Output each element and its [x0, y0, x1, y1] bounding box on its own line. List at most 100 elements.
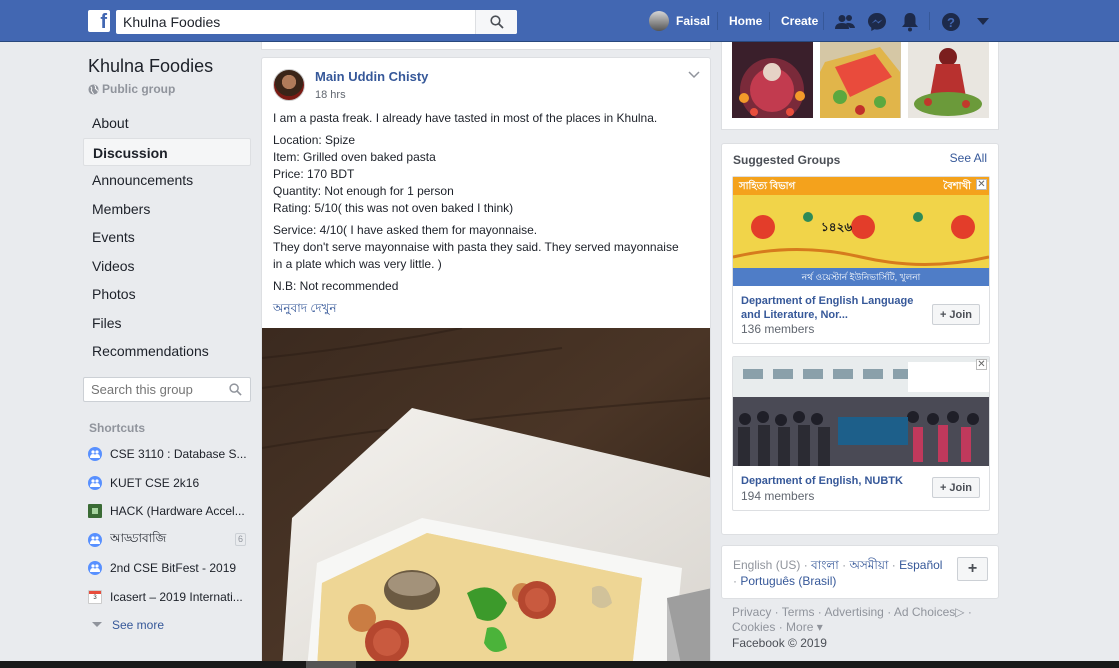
shortcut-item[interactable]: HACK (Hardware Accel...	[88, 497, 250, 526]
suggested-group-name[interactable]: Department of English, NUBTK	[741, 474, 916, 488]
language-list: English (US) · বাংলা · অসমীয়া · Español…	[733, 558, 943, 588]
friend-requests-icon[interactable]	[834, 11, 856, 33]
sidebar-item-discussion[interactable]: Discussion	[83, 137, 251, 166]
shortcut-item[interactable]: CSE 3110 : Database S...	[88, 440, 250, 469]
search-icon[interactable]	[229, 383, 242, 396]
group-photo-thumbnail[interactable]	[908, 42, 989, 118]
shortcut-label: CSE 3110 : Database S...	[110, 447, 247, 462]
shortcut-item[interactable]: 2nd CSE BitFest - 2019	[88, 554, 250, 583]
sidebar-item-events[interactable]: Events	[83, 223, 251, 252]
shortcut-label: KUET CSE 2k16	[110, 475, 200, 490]
search-box	[116, 10, 517, 34]
join-label: Join	[949, 308, 973, 321]
suggested-group-members: 136 members	[741, 322, 815, 336]
footer-link-more[interactable]: More	[786, 620, 813, 634]
post-line: N.B: Not recommended	[273, 279, 399, 293]
globe-icon	[88, 83, 99, 95]
shortcut-label: Icasert – 2019 Internati...	[110, 589, 243, 604]
feed-post: Main Uddin Chisty 18 hrs I am a pasta fr…	[261, 57, 711, 668]
language-link[interactable]: Español	[899, 558, 942, 572]
group-privacy-label: Public group	[102, 82, 176, 96]
sidebar-item-photos[interactable]: Photos	[83, 280, 251, 309]
group-side-nav: About Discussion Announcements Members E…	[83, 109, 251, 366]
dismiss-suggestion-close-icon[interactable]: ✕	[976, 179, 987, 190]
post-line: Quantity: Not enough for 1 person	[273, 184, 454, 198]
author-avatar[interactable]	[273, 69, 305, 101]
sidebar-item-members[interactable]: Members	[83, 195, 251, 224]
footer-link-privacy[interactable]: Privacy	[732, 605, 771, 619]
footer-links: Privacy · Terms · Advertising · Ad Choic…	[732, 605, 972, 634]
post-line: I am a pasta freak. I already have taste…	[273, 111, 658, 125]
plus-icon: +	[939, 308, 947, 321]
post-photo-pasta[interactable]	[262, 328, 711, 668]
group-icon	[88, 475, 102, 490]
sidebar-item-about[interactable]: About	[83, 109, 251, 138]
suggested-group-cover[interactable]	[733, 357, 989, 466]
suggested-group-card[interactable]: ✕ Department of English, NUBTK 194 membe…	[732, 356, 990, 511]
svg-text:?: ?	[947, 15, 955, 30]
cover-caption: সাহিত্য বিভাগ	[739, 181, 796, 192]
suggested-group-card[interactable]: সাহিত্য বিভাগ বৈশাখী ১৪২৬ নর্থ ওয়েস্টার…	[732, 176, 990, 344]
sidebar-item-files[interactable]: Files	[83, 309, 251, 338]
language-link[interactable]: Português (Brasil)	[740, 574, 836, 588]
scroll-indicator[interactable]	[306, 661, 356, 668]
language-selector-card: English (US) · বাংলা · অসমীয়া · Español…	[721, 545, 999, 599]
group-title[interactable]: Khulna Foodies	[88, 56, 213, 77]
group-photos-card	[721, 42, 999, 130]
see-translation-link[interactable]: অনুবাদ দেখুন	[273, 300, 337, 320]
account-menu-chevron-down-icon[interactable]	[972, 11, 994, 33]
chevron-down-icon	[92, 622, 102, 628]
top-navigation-bar: f Faisal Home Create ?	[0, 0, 1119, 42]
join-group-button[interactable]: + Join	[932, 304, 980, 325]
facebook-logo-icon[interactable]: f	[88, 10, 110, 32]
post-paragraph: I am a pasta freak. I already have taste…	[273, 110, 703, 127]
post-options-chevron-down-icon[interactable]	[688, 68, 700, 82]
search-input[interactable]	[116, 14, 476, 30]
footer-link-terms[interactable]: Terms	[782, 605, 815, 619]
footer-link-ad-choices[interactable]: Ad Choices	[894, 605, 955, 619]
join-group-button[interactable]: + Join	[932, 477, 980, 498]
caret-down-icon: ▾	[813, 620, 823, 634]
dismiss-suggestion-close-icon[interactable]: ✕	[976, 359, 987, 370]
group-photo-thumbnail[interactable]	[732, 42, 813, 118]
more-languages-plus-button[interactable]: +	[957, 557, 988, 581]
user-avatar[interactable]	[649, 11, 669, 31]
help-icon[interactable]: ?	[940, 11, 962, 33]
shortcut-item[interactable]: আড্ডাবাজি 6	[88, 526, 250, 555]
nav-divider	[717, 12, 718, 30]
ad-choices-icon: ▷	[955, 605, 965, 619]
footer-link-cookies[interactable]: Cookies	[732, 620, 775, 634]
suggested-group-name[interactable]: Department of English Language and Liter…	[741, 294, 916, 322]
suggested-group-members: 194 members	[741, 489, 815, 503]
see-all-link[interactable]: See All	[950, 151, 987, 165]
home-link[interactable]: Home	[729, 14, 762, 28]
see-more-link[interactable]: See more	[88, 611, 250, 640]
calendar-day: 3	[93, 595, 97, 602]
shortcut-item[interactable]: 3 Icasert – 2019 Internati...	[88, 583, 250, 612]
post-timestamp[interactable]: 18 hrs	[315, 89, 346, 101]
language-link[interactable]: বাংলা	[811, 558, 839, 572]
suggested-groups-title: Suggested Groups	[733, 153, 841, 167]
group-photo-thumbnail[interactable]	[820, 42, 901, 118]
cover-caption: নর্থ ওয়েস্টার্ন ইউনিভার্সিটি, খুলনা	[801, 272, 921, 282]
footer-link-advertising[interactable]: Advertising	[824, 605, 883, 619]
calendar-icon: 3	[88, 589, 102, 604]
post-line: Item: Grilled oven baked pasta	[273, 150, 436, 164]
post-author-link[interactable]: Main Uddin Chisty	[315, 69, 428, 84]
sidebar-item-videos[interactable]: Videos	[83, 252, 251, 281]
sidebar-item-announcements[interactable]: Announcements	[83, 166, 251, 195]
search-button[interactable]	[475, 10, 517, 34]
shortcut-item[interactable]: KUET CSE 2k16	[88, 469, 250, 498]
profile-link[interactable]: Faisal	[676, 14, 710, 28]
group-search-input[interactable]	[84, 378, 224, 401]
post-paragraph: Service: 4/10( I have asked them for may…	[273, 222, 703, 273]
nav-divider	[769, 12, 770, 30]
window-bottom-bar	[0, 661, 1119, 668]
language-link[interactable]: অসমীয়া	[849, 558, 888, 572]
notifications-bell-icon[interactable]	[899, 11, 921, 33]
unread-count-badge: 6	[234, 532, 246, 546]
messenger-icon[interactable]	[866, 11, 888, 33]
sidebar-item-recommendations[interactable]: Recommendations	[83, 337, 251, 366]
create-link[interactable]: Create	[781, 14, 818, 28]
post-paragraph: Location: Spize Item: Grilled oven baked…	[273, 132, 703, 217]
